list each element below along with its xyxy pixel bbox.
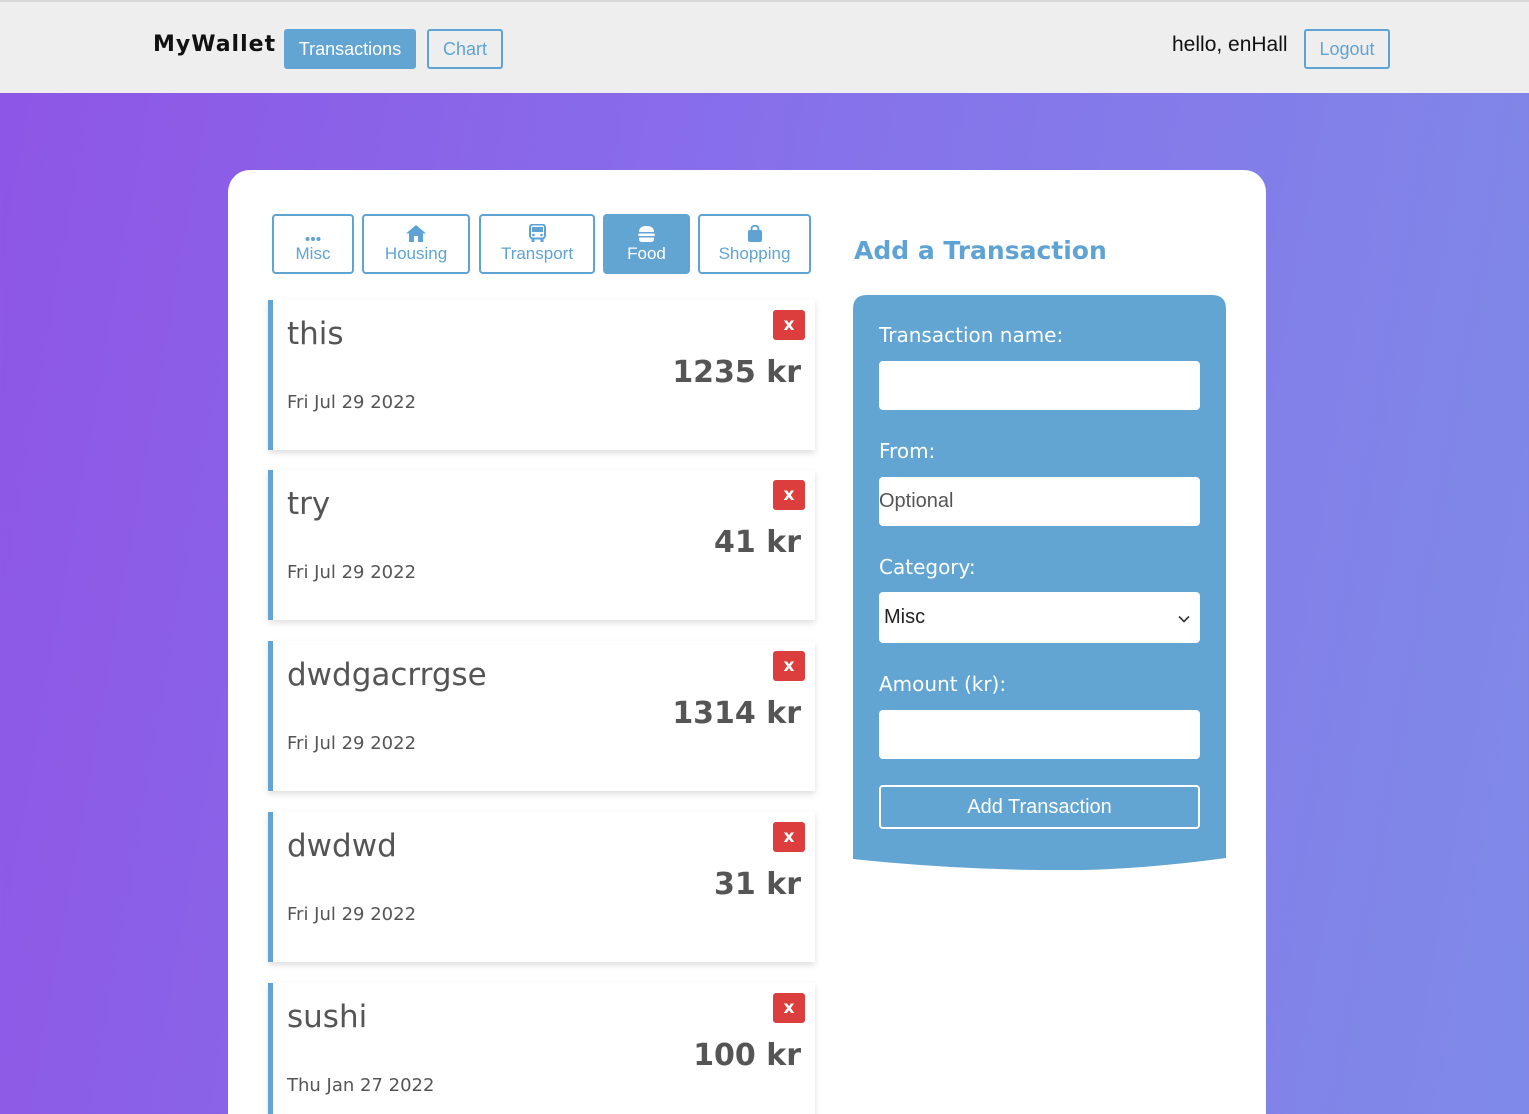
house-icon [406, 224, 426, 242]
main-card: Misc Housing Transport Food Shopping thi… [228, 170, 1266, 1114]
navbar: MyWallet Transactions Chart hello, enHal… [0, 0, 1529, 93]
category-misc-button[interactable]: Misc [272, 214, 354, 274]
transaction-amount: 31 kr [714, 867, 801, 902]
transaction-name-input[interactable] [879, 361, 1200, 410]
category-label: Misc [295, 244, 331, 263]
transaction-name: try [287, 486, 331, 522]
delete-transaction-button[interactable]: x [773, 993, 805, 1023]
category-label: Housing [384, 244, 448, 263]
add-transaction-button[interactable]: Add Transaction [879, 785, 1200, 829]
nav-transactions-button[interactable]: Transactions [284, 29, 416, 69]
transaction-name: sushi [287, 999, 368, 1035]
category-shopping-button[interactable]: Shopping [698, 214, 811, 274]
transaction-item: sushi x 100 kr Thu Jan 27 2022 [268, 983, 815, 1114]
nav-chart-button[interactable]: Chart [427, 29, 503, 69]
logout-button[interactable]: Logout [1304, 29, 1390, 69]
transaction-item: dwdwd x 31 kr Fri Jul 29 2022 [268, 812, 815, 962]
transaction-date: Fri Jul 29 2022 [287, 733, 417, 754]
delete-transaction-button[interactable]: x [773, 822, 805, 852]
bus-icon [528, 224, 546, 242]
category-transport-button[interactable]: Transport [479, 214, 595, 274]
from-input[interactable]: Optional [879, 477, 1200, 526]
transaction-date: Fri Jul 29 2022 [287, 562, 417, 583]
category-label: Food [627, 244, 666, 263]
delete-transaction-button[interactable]: x [773, 651, 805, 681]
transaction-date: Thu Jan 27 2022 [287, 1075, 435, 1096]
category-select[interactable]: Misc [879, 592, 1200, 643]
transaction-amount: 41 kr [714, 525, 801, 560]
category-select-value: Misc [884, 606, 926, 628]
transaction-name: dwdgacrrgse [287, 657, 487, 693]
transaction-name: dwdwd [287, 828, 397, 864]
transaction-date: Fri Jul 29 2022 [287, 392, 417, 413]
category-label: Category: [879, 555, 976, 579]
user-greeting: hello, enHall [1172, 33, 1288, 56]
transaction-date: Fri Jul 29 2022 [287, 904, 417, 925]
transaction-name-label: Transaction name: [879, 323, 1064, 347]
delete-transaction-button[interactable]: x [773, 480, 805, 510]
transaction-amount: 100 kr [693, 1038, 801, 1073]
amount-input[interactable] [879, 710, 1200, 759]
amount-label: Amount (kr): [879, 672, 1007, 696]
category-housing-button[interactable]: Housing [362, 214, 470, 274]
transaction-amount: 1235 kr [672, 355, 801, 390]
add-transaction-form: Transaction name: From: Optional Categor… [853, 295, 1226, 870]
transaction-name: this [287, 316, 344, 352]
delete-transaction-button[interactable]: x [773, 310, 805, 340]
category-label: Transport [500, 244, 574, 263]
transaction-item: this x 1235 kr Fri Jul 29 2022 [268, 300, 815, 450]
burger-icon [638, 224, 655, 242]
ellipsis-icon [305, 224, 321, 242]
transaction-item: try x 41 kr Fri Jul 29 2022 [268, 470, 815, 620]
transaction-amount: 1314 kr [672, 696, 801, 731]
chevron-down-icon [1178, 606, 1190, 629]
from-label: From: [879, 439, 936, 463]
category-label: Shopping [718, 244, 791, 263]
form-title: Add a Transaction [854, 236, 1107, 265]
category-food-button[interactable]: Food [603, 214, 690, 274]
transaction-item: dwdgacrrgse x 1314 kr Fri Jul 29 2022 [268, 641, 815, 791]
brand-logo[interactable]: MyWallet [153, 32, 276, 57]
shopping-bag-icon [747, 224, 763, 242]
